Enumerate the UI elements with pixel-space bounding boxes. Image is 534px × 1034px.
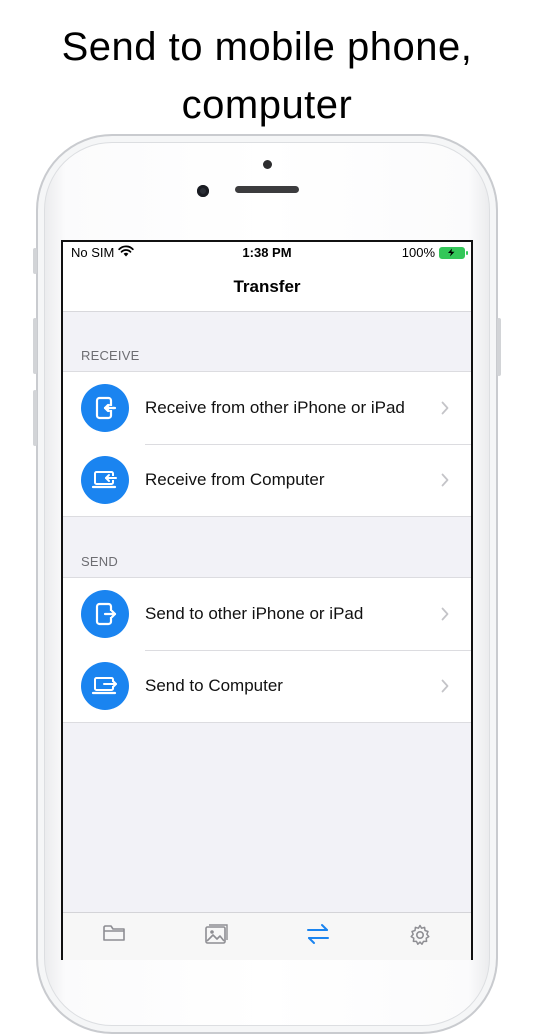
photo-icon — [204, 923, 228, 950]
receive-from-computer-row[interactable]: Receive from Computer — [63, 444, 471, 516]
phone-receive-icon — [81, 384, 129, 432]
receive-from-iphone-label: Receive from other iPhone or iPad — [145, 398, 405, 417]
headline-line-2: computer — [181, 83, 353, 127]
chevron-right-icon — [431, 607, 459, 621]
receive-from-iphone-row[interactable]: Receive from other iPhone or iPad — [63, 372, 471, 444]
chevron-right-icon — [431, 473, 459, 487]
headline: Send to mobile phone, computer — [0, 18, 534, 134]
status-bar: No SIM 1:38 PM 100% — [63, 242, 471, 264]
send-to-iphone-label: Send to other iPhone or iPad — [145, 604, 364, 623]
earpiece-speaker — [235, 186, 299, 193]
tab-bar — [63, 912, 471, 960]
transfer-arrows-icon — [305, 923, 331, 950]
tab-files[interactable] — [84, 923, 144, 948]
phone-screen: No SIM 1:38 PM 100% Transfer RECEIVE Rec… — [61, 240, 473, 960]
front-camera — [197, 185, 209, 197]
send-to-computer-row[interactable]: Send to Computer — [63, 650, 471, 722]
headline-line-1: Send to mobile phone, — [61, 25, 473, 69]
battery-percent: 100% — [401, 245, 435, 260]
tab-photos[interactable] — [186, 923, 246, 950]
volume-down-button — [33, 390, 37, 446]
tab-transfer[interactable] — [288, 923, 348, 950]
computer-receive-icon — [81, 456, 129, 504]
volume-up-button — [33, 318, 37, 374]
battery-charging-icon — [439, 246, 468, 259]
tab-settings[interactable] — [390, 923, 450, 952]
mute-switch — [33, 248, 37, 274]
send-group: Send to other iPhone or iPad Send to Com… — [63, 577, 471, 723]
page-title: Transfer — [233, 277, 301, 296]
send-section-header: SEND — [81, 554, 118, 569]
receive-from-computer-label: Receive from Computer — [145, 470, 325, 489]
receive-group: Receive from other iPhone or iPad Receiv… — [63, 371, 471, 517]
folder-icon — [102, 923, 126, 948]
gear-icon — [408, 923, 432, 952]
send-to-computer-label: Send to Computer — [145, 676, 283, 695]
receive-section-header: RECEIVE — [81, 348, 140, 363]
computer-send-icon — [81, 662, 129, 710]
proximity-sensor — [263, 160, 272, 169]
chevron-right-icon — [431, 401, 459, 415]
navigation-bar: Transfer — [63, 264, 471, 312]
send-to-iphone-row[interactable]: Send to other iPhone or iPad — [63, 578, 471, 650]
phone-send-icon — [81, 590, 129, 638]
power-button — [497, 318, 501, 376]
chevron-right-icon — [431, 679, 459, 693]
